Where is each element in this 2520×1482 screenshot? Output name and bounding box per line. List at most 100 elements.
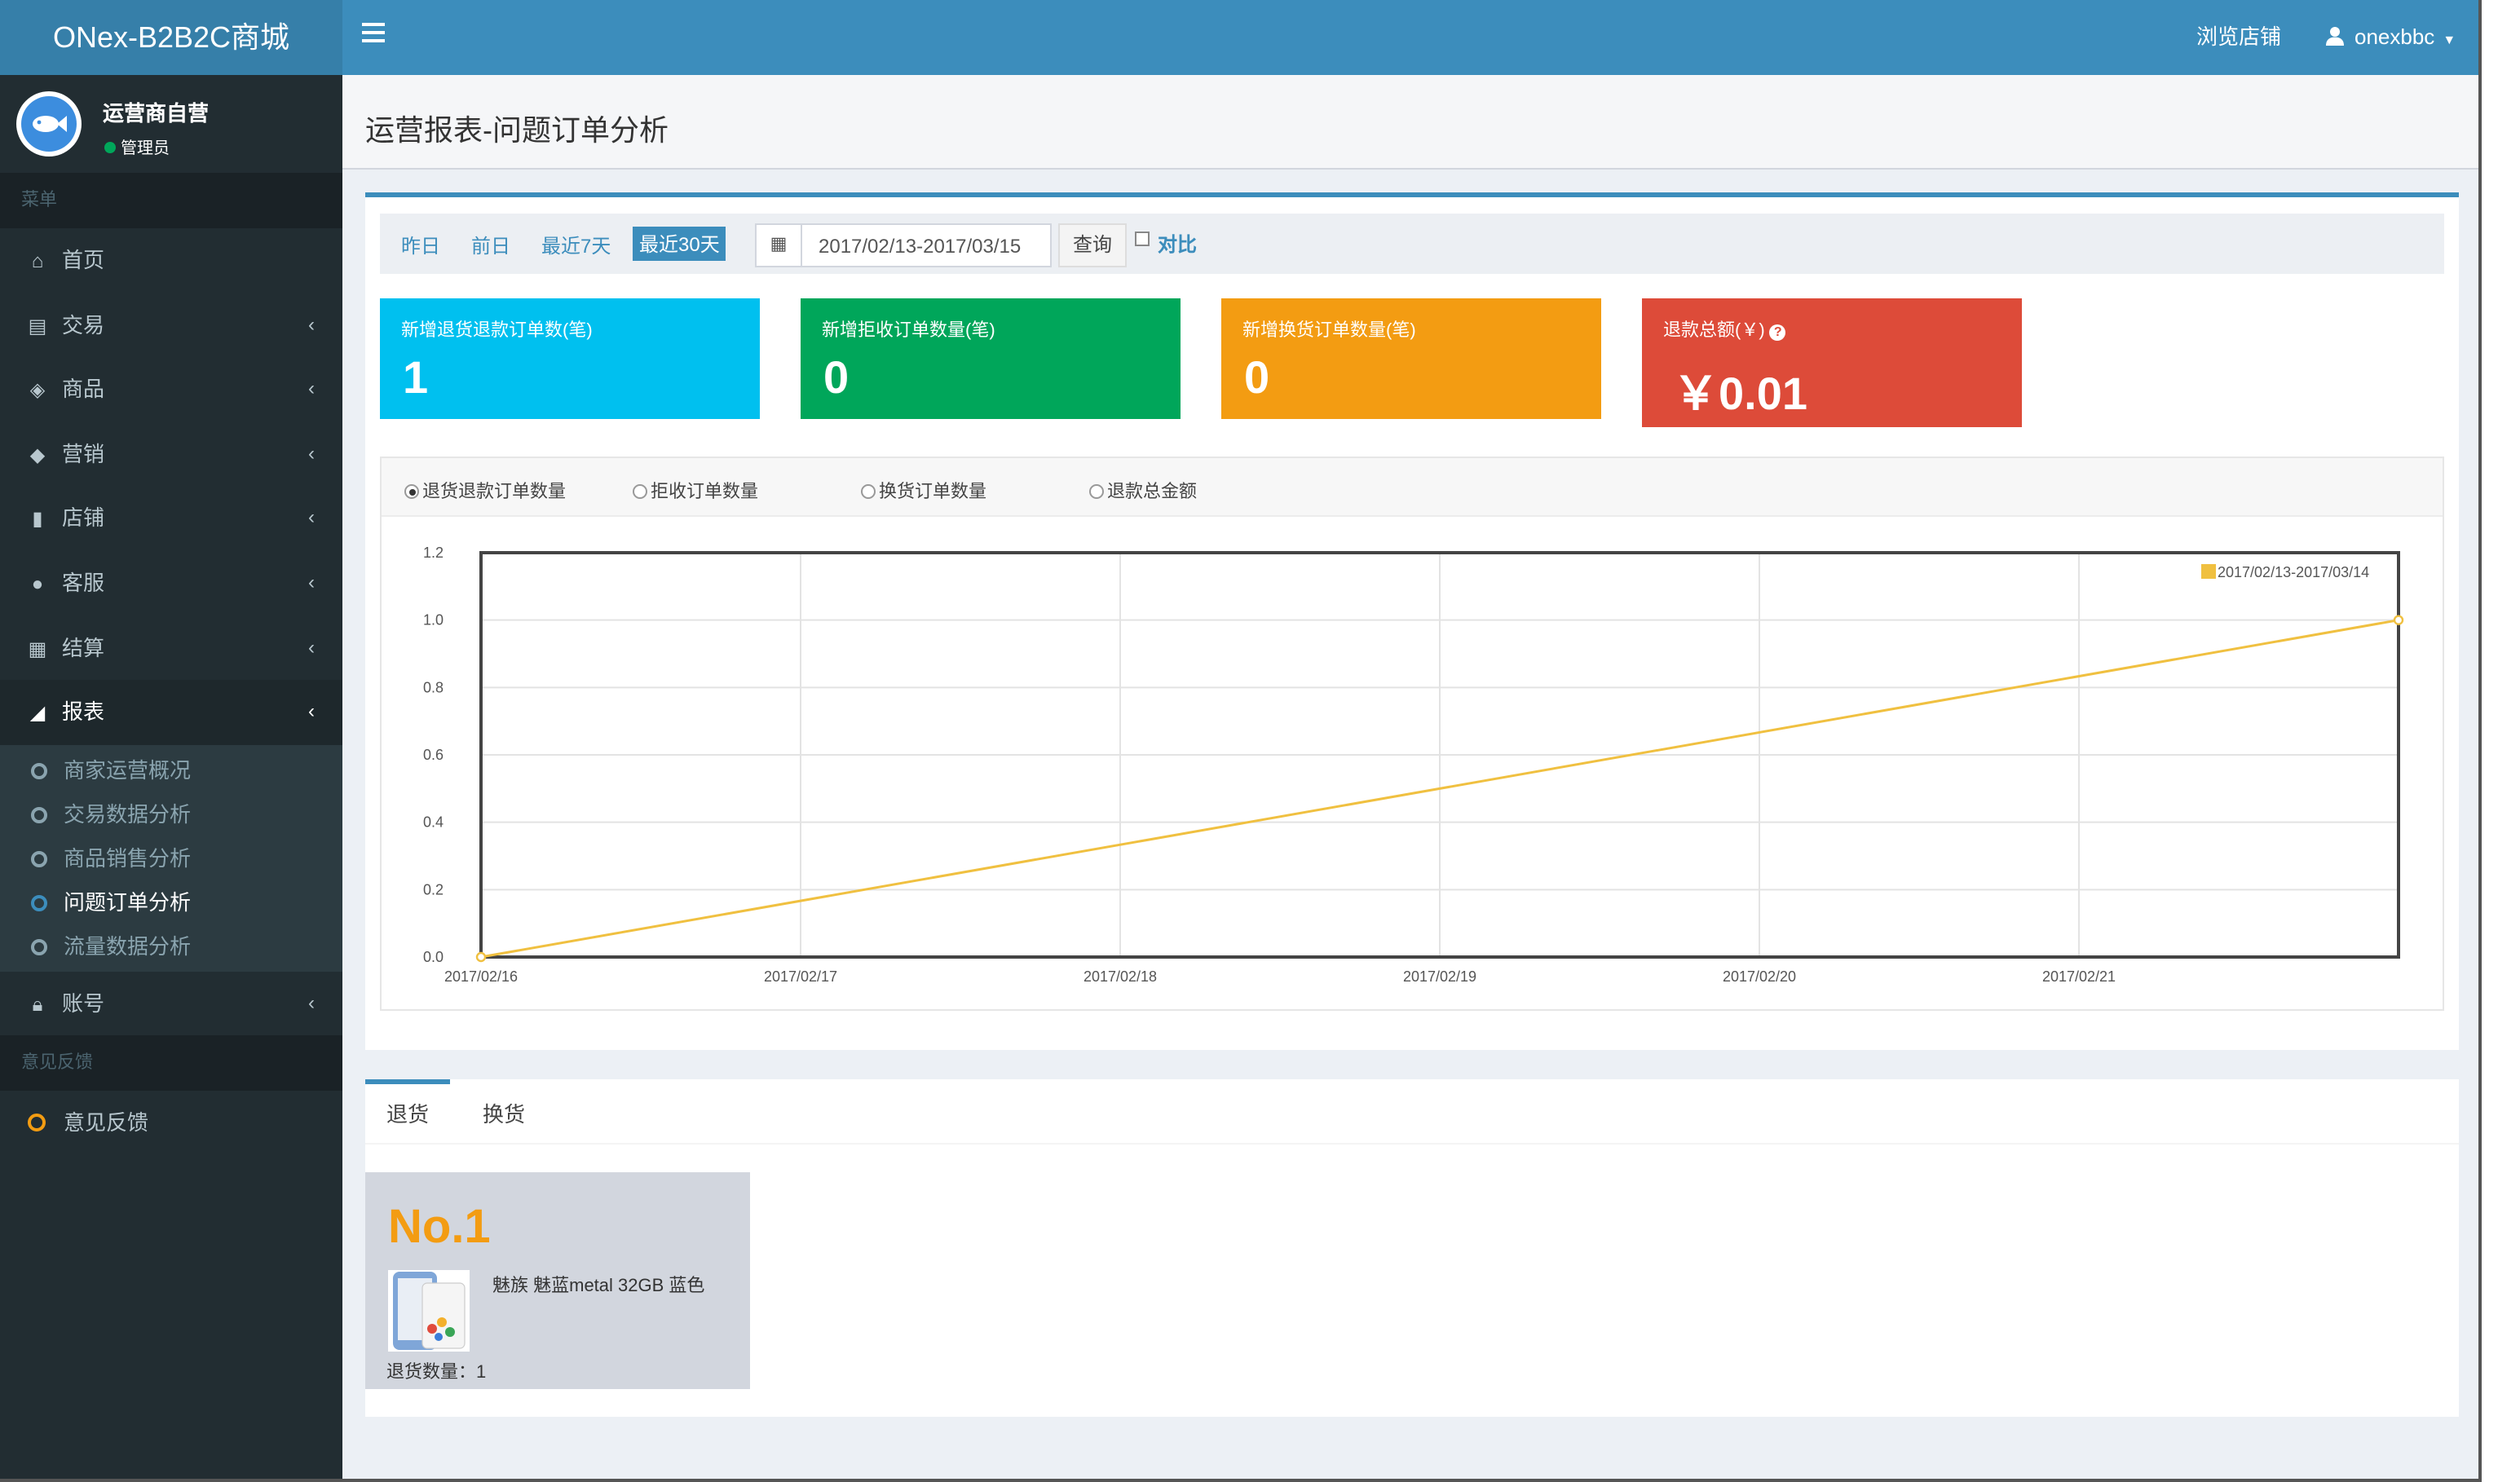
app-logo[interactable]: ONex-B2B2C商城 <box>0 0 342 75</box>
return-count: 退货数量：1 <box>386 1363 487 1383</box>
circle-icon <box>31 894 47 911</box>
product-image[interactable] <box>388 1270 470 1352</box>
user-name: onexbbc <box>2355 24 2435 49</box>
stat-card-label: 新增拒收订单数量(笔) <box>822 321 995 341</box>
filter-last-30-days[interactable]: 最近30天 <box>633 227 726 261</box>
sidebar-subitem-problem-orders[interactable]: 问题订单分析 <box>0 880 342 924</box>
avatar <box>16 91 82 157</box>
date-range-value: 2017/02/13-2017/03/15 <box>819 235 1022 258</box>
sidebar-item-goods[interactable]: ◈ 商品 ‹ <box>0 357 342 421</box>
page-title: 运营报表-问题订单分析 <box>365 114 669 147</box>
cube-icon: ◈ <box>29 378 46 402</box>
sidebar-subitem-trade-analysis[interactable]: 交易数据分析 <box>0 792 342 836</box>
stat-card-value: 1 <box>403 352 429 403</box>
chevron-left-icon: ‹ <box>308 635 315 659</box>
chevron-left-icon: ‹ <box>308 377 315 400</box>
filter-day-before[interactable]: 前日 <box>471 232 510 259</box>
help-icon[interactable]: ? <box>1769 324 1786 341</box>
compare-checkbox[interactable] <box>1135 232 1150 246</box>
sidebar-item-account[interactable]: 🔒︎ 账号 ‹ <box>0 972 342 1036</box>
stat-card-label: 新增退货退款订单数(笔) <box>401 321 593 341</box>
feedback-section-header: 意见反馈 <box>0 1035 342 1092</box>
chevron-left-icon: ‹ <box>308 699 315 723</box>
sidebar-item-home[interactable]: ⌂ 首页 <box>0 228 342 293</box>
chevron-left-icon: ‹ <box>308 441 315 465</box>
sidebar-item-settlement[interactable]: ▦ 结算 ‹ <box>0 615 342 680</box>
sidebar-subitem-sales-analysis[interactable]: 商品销售分析 <box>0 836 342 880</box>
radio-rejected-orders[interactable]: 拒收订单数量 <box>633 478 758 504</box>
circle-icon <box>31 806 47 823</box>
chart-panel: 退货退款订单数量 拒收订单数量 换货订单数量 退款总金额 0.0 0.2 0.4 0.… <box>380 457 2444 1011</box>
sidebar-user-role: 管理员 <box>104 134 170 158</box>
tags-icon: ◆ <box>29 443 46 466</box>
radio-icon <box>633 484 647 499</box>
chevron-left-icon: ‹ <box>308 990 315 1014</box>
caret-down-icon: ▼ <box>2443 33 2456 47</box>
tab-exchange[interactable]: 换货 <box>461 1079 546 1145</box>
y-tick-label: 0.6 <box>423 747 444 763</box>
rank-label: No.1 <box>388 1202 491 1254</box>
user-panel: 运营商自营 管理员 <box>0 75 342 173</box>
sidebar-item-trade[interactable]: ▤ 交易 ‹ <box>0 293 342 357</box>
browse-store-link[interactable]: 浏览店铺 <box>2196 0 2281 75</box>
x-tick-label: 2017/02/16 <box>444 968 518 985</box>
chevron-left-icon: ‹ <box>308 570 315 593</box>
sidebar-subitem-traffic-analysis[interactable]: 流量数据分析 <box>0 924 342 968</box>
sidebar-subitem-overview[interactable]: 商家运营概况 <box>0 748 342 792</box>
legend-label: 2017/02/13-2017/03/14 <box>2218 564 2369 580</box>
filter-last-7-days[interactable]: 最近7天 <box>541 232 611 259</box>
compare-label[interactable]: 对比 <box>1158 230 1197 258</box>
sidebar-item-service[interactable]: ● 客服 ‹ <box>0 551 342 615</box>
stat-card-exchange-orders: 新增换货订单数量(笔) 0 <box>1221 298 1601 419</box>
y-tick-label: 0.8 <box>423 679 444 695</box>
lock-icon: 🔒︎ <box>32 992 43 1016</box>
stat-card-label: 退款总额(￥) ? <box>1663 316 1786 342</box>
sidebar: 运营商自营 管理员 菜单 ⌂ 首页 ▤ 交易 ‹ ◈ 商品 ‹ ◆ 营销 ‹ ▮ 店铺 ‹ ● 客服… <box>0 75 342 1479</box>
radio-refund-amount[interactable]: 退款总金额 <box>1089 478 1197 504</box>
calculator-icon: ▦ <box>28 637 47 660</box>
online-status-icon <box>104 142 116 153</box>
radio-checked-icon <box>404 484 419 499</box>
circle-icon <box>31 938 47 955</box>
stat-card-value: ￥0.01 <box>1673 368 1807 419</box>
y-tick-label: 0.0 <box>423 949 444 965</box>
product-name[interactable]: 魅族 魅蓝metal 32GB 蓝色 <box>492 1272 704 1298</box>
product-rank-card[interactable]: No.1 魅族 魅蓝metal 32GB 蓝色 退货数量：1 <box>365 1172 750 1389</box>
comments-icon: ● <box>31 571 44 595</box>
sidebar-item-report[interactable]: ◢ 报表 ‹ <box>0 680 342 745</box>
stat-card-value: 0 <box>823 352 850 403</box>
x-tick-label: 2017/02/17 <box>764 968 837 985</box>
tab-return[interactable]: 退货 <box>365 1079 451 1145</box>
y-tick-label: 1.0 <box>423 612 444 629</box>
radio-refund-orders[interactable]: 退货退款订单数量 <box>404 478 566 504</box>
data-point <box>2393 615 2404 625</box>
y-tick-label: 0.4 <box>423 814 444 831</box>
line-chart: 0.0 0.2 0.4 0.6 0.8 1.0 1.2 2017/02/16 2017/02/1… <box>423 545 2404 985</box>
card-icon: ▤ <box>28 314 47 337</box>
filter-yesterday[interactable]: 昨日 <box>401 232 440 259</box>
sidebar-item-marketing[interactable]: ◆ 营销 ‹ <box>0 422 342 487</box>
report-submenu: 商家运营概况 交易数据分析 商品销售分析 问题订单分析 流量数据分析 <box>0 744 342 972</box>
stats-box: 昨日 前日 最近7天 最近30天 ▦ 2017/02/13-2017/03/15… <box>365 192 2459 1050</box>
x-tick-label: 2017/02/19 <box>1403 968 1476 985</box>
sidebar-item-store[interactable]: ▮ 店铺 ‹ <box>0 487 342 551</box>
sidebar-item-feedback[interactable]: 意见反馈 <box>0 1092 342 1156</box>
building-icon: ▮ <box>32 507 43 531</box>
sidebar-user-name: 运营商自营 <box>103 101 210 126</box>
circle-icon <box>31 850 47 867</box>
calendar-icon: ▦ <box>757 225 802 266</box>
radio-exchange-orders[interactable]: 换货订单数量 <box>861 478 986 504</box>
query-button[interactable]: 查询 <box>1058 223 1127 267</box>
x-tick-label: 2017/02/20 <box>1723 968 1796 985</box>
stat-card-value: 0 <box>1244 352 1270 403</box>
chevron-left-icon: ‹ <box>308 312 315 336</box>
radio-icon <box>861 484 876 499</box>
menu-toggle-icon[interactable] <box>362 23 385 46</box>
data-point <box>475 951 487 963</box>
user-menu[interactable]: onexbbc ▼ <box>2325 0 2456 78</box>
date-filter-bar: 昨日 前日 最近7天 最近30天 ▦ 2017/02/13-2017/03/15… <box>380 214 2444 274</box>
date-range-input[interactable]: ▦ 2017/02/13-2017/03/15 <box>755 223 1052 267</box>
top-navbar: 浏览店铺 onexbbc ▼ <box>342 0 2478 75</box>
stat-card-label: 新增换货订单数量(笔) <box>1242 321 1416 341</box>
stat-card-refund-orders: 新增退货退款订单数(笔) 1 <box>380 298 760 419</box>
